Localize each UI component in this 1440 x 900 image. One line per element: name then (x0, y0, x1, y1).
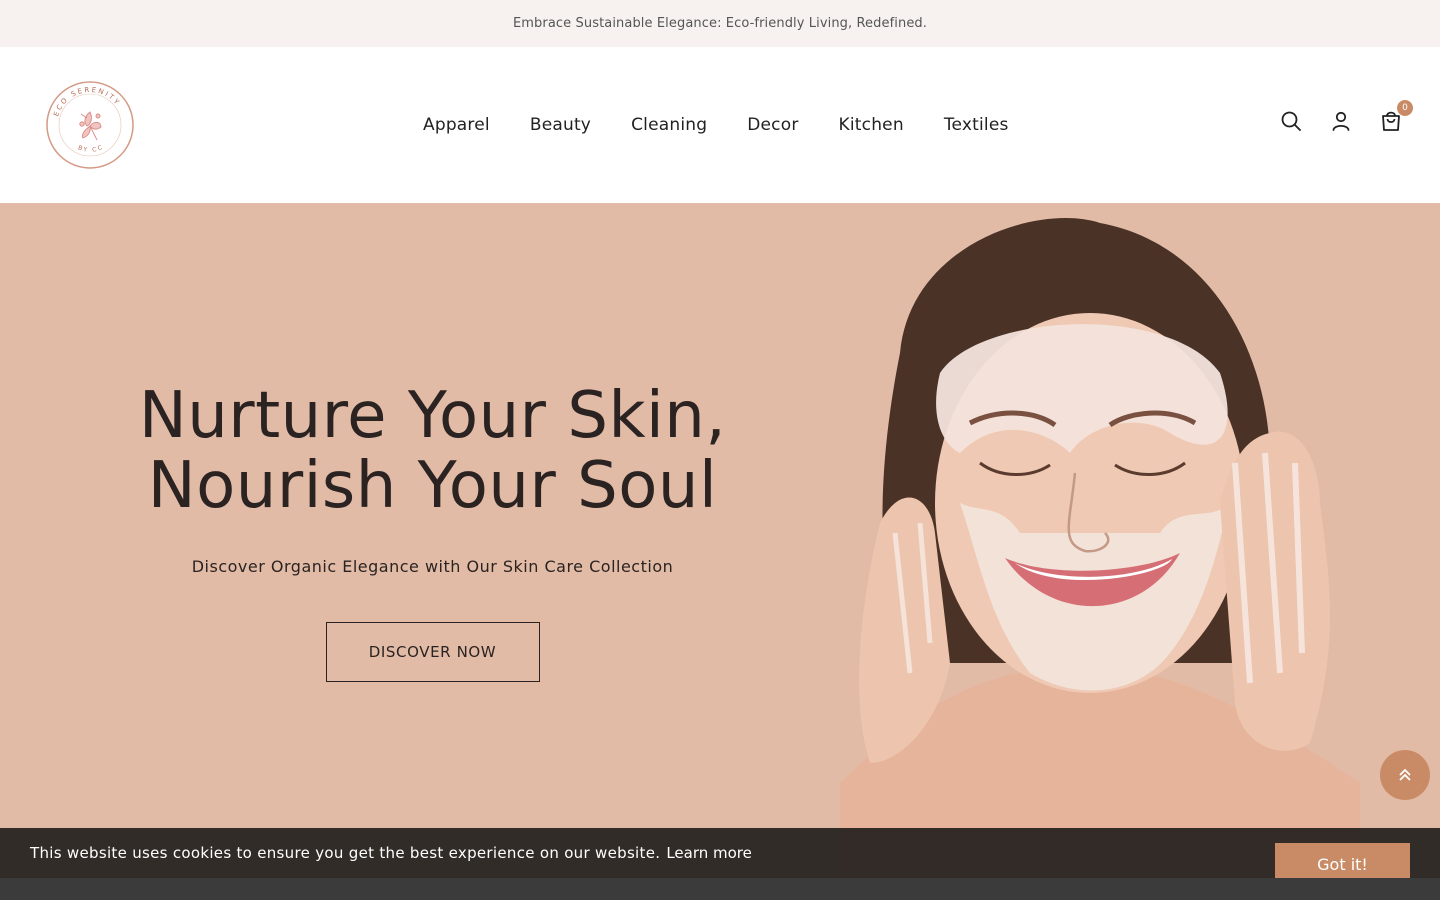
nav-item-kitchen[interactable]: Kitchen (819, 115, 924, 135)
header-actions: 0 (1280, 100, 1413, 132)
scroll-to-top-button[interactable] (1380, 750, 1430, 800)
hero-model-photo (840, 218, 1360, 900)
nav-item-decor[interactable]: Decor (727, 115, 818, 135)
cart-icon[interactable]: 0 (1380, 100, 1413, 132)
hero-title: Nurture Your Skin, Nourish Your Soul (120, 381, 745, 521)
nav-item-apparel[interactable]: Apparel (403, 115, 510, 135)
page-bottom-strip (0, 878, 1440, 900)
svg-text:BY CC: BY CC (77, 143, 105, 154)
hero-title-line1: Nurture Your Skin, (138, 379, 727, 453)
hero-banner: Nurture Your Skin, Nourish Your Soul Dis… (0, 203, 1440, 900)
user-icon[interactable] (1330, 110, 1352, 132)
nav-item-beauty[interactable]: Beauty (510, 115, 611, 135)
hero-title-line2: Nourish Your Soul (147, 449, 718, 523)
search-icon[interactable] (1280, 110, 1302, 132)
announcement-text: Embrace Sustainable Elegance: Eco-friend… (512, 16, 928, 31)
hero-subtitle: Discover Organic Elegance with Our Skin … (191, 557, 674, 576)
hero-content: Nurture Your Skin, Nourish Your Soul Dis… (120, 381, 745, 682)
logo[interactable]: ECO SERENITY BY CC (45, 80, 135, 170)
nav-item-textiles[interactable]: Textiles (924, 115, 1029, 135)
main-nav: Apparel Beauty Cleaning Decor Kitchen Te… (403, 47, 1029, 203)
nav-item-cleaning[interactable]: Cleaning (611, 115, 727, 135)
cookie-learn-more-link[interactable]: Learn more (666, 844, 752, 862)
cookie-consent-bar: This website uses cookies to ensure you … (0, 828, 1440, 885)
site-header: ECO SERENITY BY CC Apparel Beauty Cleani… (0, 47, 1440, 203)
cart-count-badge: 0 (1397, 100, 1413, 116)
cookie-message: This website uses cookies to ensure you … (30, 844, 661, 862)
discover-now-button[interactable]: DISCOVER NOW (325, 622, 540, 682)
logo-emblem-icon: ECO SERENITY BY CC (46, 81, 134, 169)
double-chevron-up-icon (1399, 768, 1411, 781)
announcement-bar: Embrace Sustainable Elegance: Eco-friend… (0, 0, 1440, 47)
svg-text:ECO SERENITY: ECO SERENITY (52, 86, 122, 118)
